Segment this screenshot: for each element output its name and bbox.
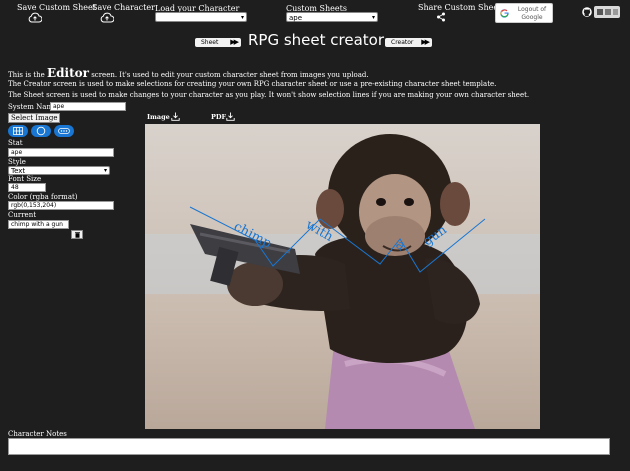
info-line-sheet: The Sheet screen is used to make changes…	[8, 91, 530, 99]
character-notes-label: Character Notes	[8, 430, 67, 438]
delete-button[interactable]	[71, 230, 83, 239]
current-label: Current	[8, 211, 37, 219]
style-select[interactable]: Text ▾	[8, 166, 110, 175]
page-title: RPG sheet creator	[248, 31, 385, 49]
share-custom-sheet-button[interactable]	[436, 12, 446, 22]
save-custom-sheet-button[interactable]	[28, 12, 42, 23]
pdf-download-label: PDF	[211, 113, 227, 121]
grid-icon	[13, 127, 23, 135]
stat-label: Stat	[8, 139, 23, 147]
info-line-creator: The Creator screen is used to make selec…	[8, 80, 497, 88]
sheet-nav-button[interactable]: Sheet ▶▶	[195, 38, 241, 47]
font-size-label: Font Size	[8, 175, 42, 183]
sheet-image-canvas[interactable]: chimp with a gun	[145, 124, 540, 429]
theme-toggle[interactable]	[594, 6, 620, 18]
info-suffix: screen. It's used to edit your custom ch…	[91, 71, 369, 79]
share-icon	[437, 12, 445, 22]
google-g-icon	[500, 9, 509, 18]
double-arrow-right-icon: ▶▶	[421, 38, 430, 46]
toggle-swatch-dark-icon	[597, 9, 603, 15]
rectangle-tool-button[interactable]	[8, 125, 28, 137]
creator-nav-label: Creator	[391, 39, 414, 46]
info-editor-word: Editor	[47, 66, 89, 80]
custom-sheets-select[interactable]: ape ▾	[286, 12, 378, 22]
double-arrow-right-icon: ▶▶	[230, 38, 239, 46]
trash-icon	[75, 232, 80, 238]
chevron-down-icon: ▾	[371, 14, 375, 21]
download-icon	[226, 112, 235, 121]
chevron-down-icon: ▾	[103, 167, 107, 174]
save-character-label: Save Character	[92, 3, 155, 12]
github-link[interactable]	[582, 7, 592, 17]
dots-icon	[58, 128, 70, 134]
sheet-nav-label: Sheet	[201, 39, 219, 46]
info-line-editor: This is the Editor screen. It's used to …	[8, 66, 369, 80]
toggle-swatch-light-icon	[613, 9, 618, 15]
google-logout-button[interactable]: Logout of Google	[495, 3, 553, 23]
download-icon	[171, 112, 180, 121]
stat-input[interactable]: ape	[8, 148, 114, 157]
logout-label: Logout of Google	[517, 6, 547, 21]
current-input[interactable]: chimp with a gun	[8, 220, 69, 229]
circle-tool-button[interactable]	[31, 125, 51, 137]
custom-sheets-value: ape	[289, 14, 303, 22]
text-tool-button[interactable]	[54, 125, 74, 137]
image-download-button[interactable]	[171, 112, 180, 121]
chimp-with-gun-image: chimp with a gun	[145, 124, 540, 429]
cloud-upload-icon	[100, 12, 114, 23]
toggle-swatch-mid-icon	[605, 9, 611, 15]
share-custom-sheet-label: Share Custom Sheet	[418, 3, 502, 12]
info-prefix: This is the	[8, 71, 45, 79]
load-character-select[interactable]: ▾	[155, 12, 247, 22]
cloud-upload-icon	[28, 12, 42, 23]
select-image-button[interactable]: Select Image	[8, 113, 61, 123]
circle-icon	[36, 126, 46, 136]
save-character-button[interactable]	[100, 12, 114, 23]
style-label: Style	[8, 158, 26, 166]
chevron-down-icon: ▾	[240, 14, 244, 21]
color-label: Color (rgba format)	[8, 193, 78, 201]
save-custom-sheet-label: Save Custom Sheet	[17, 3, 96, 12]
pdf-download-button[interactable]	[226, 112, 235, 121]
system-name-input[interactable]: ape	[50, 102, 126, 111]
color-input[interactable]: rgb(0,153,204)	[8, 201, 114, 210]
github-icon	[582, 7, 592, 17]
creator-nav-button[interactable]: Creator ▶▶	[385, 38, 432, 47]
image-download-label: Image	[147, 113, 170, 121]
style-value: Text	[11, 167, 26, 175]
character-notes-textarea[interactable]	[8, 438, 610, 455]
font-size-input[interactable]: 48	[8, 183, 46, 192]
